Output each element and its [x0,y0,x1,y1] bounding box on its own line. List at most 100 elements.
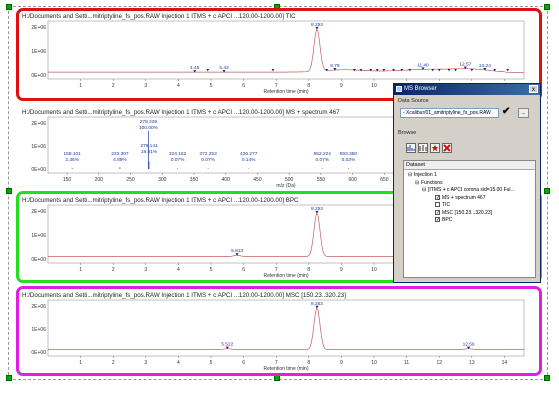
peak-marker [431,69,435,72]
peak-marker [506,69,510,72]
msc-chromatogram-panel[interactable]: H:/Documents and Setti...mitriptyline_fs… [20,289,538,373]
delete-plot-icon[interactable] [442,143,452,153]
peak-marker [206,69,210,72]
x-tick-label: 9 [340,83,343,89]
resize-handle-right[interactable] [544,188,550,194]
browse-button[interactable]: ... [518,108,529,118]
intensity-label: 4.89% [113,157,127,163]
y-tick-label: 1E+06 [31,49,46,55]
data-source-field[interactable]: - Xcalibur/01_amitriptyline_fs_pos.RAW [400,108,499,118]
x-axis-title: Retention time (min) [263,89,308,95]
peak-label: 8.253 [311,22,323,28]
peak-label: 11.40 [417,62,429,68]
plot-frame [47,20,525,80]
close-button[interactable]: x [529,85,538,93]
tree-node[interactable]: ⊟ [ITMS + c APCI corona sid=15.00 Ful... [422,187,515,193]
y-tick-label: 0E+00 [31,257,46,263]
x-tick-label: 4 [177,267,180,273]
confirm-check-icon[interactable]: ✔ [502,106,510,117]
peak-label: 5.522 [221,342,233,348]
resize-handle-left[interactable] [6,188,12,194]
y-tick-label: 0E+00 [31,167,46,173]
spectrum-view-icon[interactable] [406,143,416,153]
tree-node[interactable]: ⊟ Injection 1 [408,172,437,178]
tree-checkbox[interactable]: ✓ [435,194,440,200]
x-tick-label: 4 [177,83,180,89]
x-tick-label: 9 [340,267,343,273]
x-tick-label: 5 [210,267,213,273]
tree-node[interactable]: ✓ BPC [429,217,452,223]
tree-node[interactable]: ✓ MSC [150.23...320.23] [429,210,492,216]
canvas: H:/Documents and Setti...mitriptyline_fs… [0,0,559,400]
tree-node[interactable]: ✓ MS + spectrum 467 [429,195,486,201]
peak-marker [271,69,275,72]
peak-label: 5.43 [219,65,229,71]
tree-node[interactable]: ⊟ Functions [415,180,443,186]
mz-label: 158.101 [64,151,82,157]
intensity-label: 2.36% [65,157,79,163]
x-tick-label: 3 [144,83,147,89]
x-tick-label: 6 [242,360,245,366]
x-tick-label: 13 [469,360,475,366]
tree-node[interactable]: TIC [429,202,450,208]
peak-label: 8.253 [311,301,323,307]
mz-label: 279.141 [140,143,158,149]
x-tick-label: 9 [340,360,343,366]
peak-label: 5.813 [231,248,243,254]
x-axis-title: Retention time (min) [263,273,308,279]
plot-title: H:/Documents and Setti...mitriptyline_fs… [22,292,346,299]
data-source-label: Data Source [398,98,429,104]
x-tick-label: 14 [502,360,508,366]
y-tick-label: 0E+00 [31,350,46,356]
peak-label: 13.24 [479,63,491,69]
x-tick-label: 650 [380,177,389,183]
resize-handle-top-right[interactable] [544,4,550,10]
trace-line [48,28,524,73]
tree-checkbox[interactable]: ✓ [435,209,440,215]
plot-title: H:/Documents and Setti...mitriptyline_fs… [22,109,340,116]
ms-browser-title: MS Browser [404,86,437,92]
dataset-tree[interactable]: Dataset ⊟ Injection 1 ⊟ Functions ⊟ [ITMS + c… [403,160,536,278]
x-tick-label: 450 [253,177,262,183]
trace-line [48,307,524,350]
mz-label: 278.229 [140,119,158,125]
x-tick-label: 1 [79,267,82,273]
y-tick-label: 1E+06 [31,233,46,239]
x-tick-label: 2 [112,360,115,366]
x-tick-label: 10 [371,360,377,366]
x-tick-label: 350 [190,177,199,183]
peak-label: 12.57 [459,62,471,68]
mz-label: 436.277 [240,151,258,157]
mz-label: 593.350 [340,151,358,157]
resize-handle-bottom-left[interactable] [6,375,12,381]
x-tick-label: 3 [144,267,147,273]
peak-marker [447,69,451,72]
intensity-label: 0.03% [342,157,356,163]
mz-label: 233.307 [111,151,129,157]
x-tick-label: 11 [404,360,409,366]
x-tick-label: 6 [242,267,245,273]
x-tick-label: 1 [79,360,82,366]
intensity-label: 100.00% [139,125,159,131]
ms-browser-titlebar[interactable]: MS Browser x [394,84,540,95]
intensity-label: 19.81% [141,149,158,155]
resize-handle-bottom-right[interactable] [544,375,550,381]
add-plot-icon[interactable] [430,143,440,153]
plot-frame [47,299,525,357]
mz-label: 372.253 [199,151,217,157]
resize-handle-top-left[interactable] [6,4,12,10]
tree-checkbox[interactable] [435,202,440,208]
tree-checkbox[interactable]: ✓ [435,217,440,223]
chromatogram-view-icon[interactable] [418,143,428,153]
tree-node-label: Injection 1 [414,172,437,178]
peak-marker [470,69,474,72]
plot-title: H:/Documents and Setti...mitriptyline_fs… [22,13,296,20]
ms-browser-window[interactable]: MS Browser x Data Source - Xcalibur/01_a… [393,83,541,283]
intensity-label: 0.07% [316,157,330,163]
plot-title: H:/Documents and Setti...mitriptyline_fs… [22,197,299,204]
x-tick-label: 150 [63,177,72,183]
x-axis-title: m/z (Da) [276,183,296,189]
tree-node-label: MSC [150.23...320.23] [442,209,493,216]
x-tick-label: 10 [371,83,377,89]
x-tick-label: 300 [158,177,167,183]
